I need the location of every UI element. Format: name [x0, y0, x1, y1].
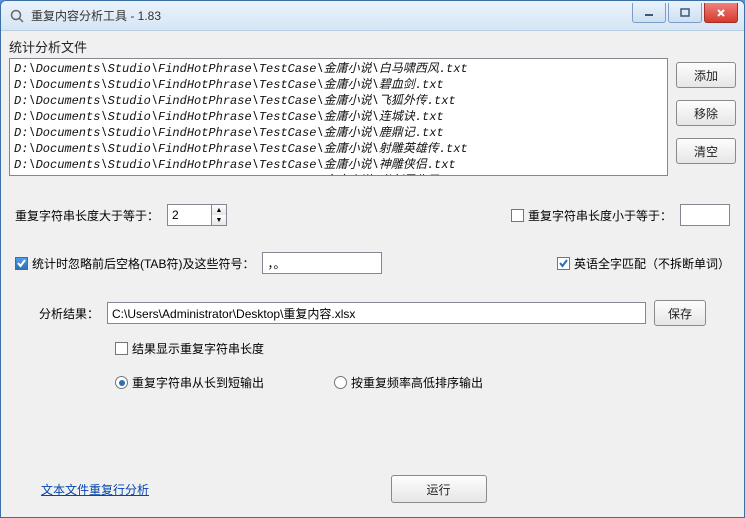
file-list-row: D:\Documents\Studio\FindHotPhrase\TestCa…	[9, 58, 736, 176]
checkbox-icon	[15, 257, 28, 270]
checkbox-icon	[557, 257, 570, 270]
sort-by-freq-label: 按重复频率高低排序输出	[351, 374, 483, 391]
ignore-chars-label: 统计时忽略前后空格(TAB符)及这些符号：	[32, 255, 254, 272]
clear-button[interactable]: 清空	[676, 138, 736, 164]
result-label: 分析结果：	[39, 305, 99, 322]
ignore-row: 统计时忽略前后空格(TAB符)及这些符号： 英语全字匹配（不拆断单词）	[15, 252, 730, 274]
file-listbox[interactable]: D:\Documents\Studio\FindHotPhrase\TestCa…	[9, 58, 668, 176]
length-row: 重复字符串长度大于等于： ▲ ▼ 重复字符串长度小于等于：	[15, 204, 730, 226]
duplicate-lines-link[interactable]: 文本文件重复行分析	[41, 481, 149, 498]
remove-button[interactable]: 移除	[676, 100, 736, 126]
list-item[interactable]: D:\Documents\Studio\FindHotPhrase\TestCa…	[14, 77, 663, 93]
client-area: 统计分析文件 D:\Documents\Studio\FindHotPhrase…	[1, 31, 744, 517]
close-button[interactable]	[704, 3, 738, 23]
minimize-button[interactable]	[632, 3, 666, 23]
sort-by-length-radio[interactable]: 重复字符串从长到短输出	[115, 374, 264, 391]
max-length-checkbox[interactable]: 重复字符串长度小于等于：	[511, 207, 672, 224]
radio-icon	[334, 376, 347, 389]
show-length-checkbox[interactable]: 结果显示重复字符串长度	[115, 340, 264, 357]
save-button[interactable]: 保存	[654, 300, 706, 326]
list-item[interactable]: D:\Documents\Studio\FindHotPhrase\TestCa…	[14, 109, 663, 125]
sort-by-freq-radio[interactable]: 按重复频率高低排序输出	[334, 374, 483, 391]
sort-by-length-label: 重复字符串从长到短输出	[132, 374, 264, 391]
run-button[interactable]: 运行	[391, 475, 487, 503]
english-word-label: 英语全字匹配（不拆断单词）	[574, 255, 730, 272]
checkbox-icon	[511, 209, 524, 222]
spinner-down-button[interactable]: ▼	[212, 215, 226, 225]
list-item[interactable]: D:\Documents\Studio\FindHotPhrase\TestCa…	[14, 173, 663, 176]
window-controls	[632, 3, 738, 23]
app-window: 重复内容分析工具 - 1.83 统计分析文件 D:\Documents\Stud…	[0, 0, 745, 518]
max-length-input[interactable]	[680, 204, 730, 226]
list-item[interactable]: D:\Documents\Studio\FindHotPhrase\TestCa…	[14, 93, 663, 109]
list-item[interactable]: D:\Documents\Studio\FindHotPhrase\TestCa…	[14, 157, 663, 173]
list-item[interactable]: D:\Documents\Studio\FindHotPhrase\TestCa…	[14, 141, 663, 157]
show-length-label: 结果显示重复字符串长度	[132, 340, 264, 357]
add-button[interactable]: 添加	[676, 62, 736, 88]
ignore-chars-checkbox[interactable]: 统计时忽略前后空格(TAB符)及这些符号：	[15, 255, 254, 272]
list-item[interactable]: D:\Documents\Studio\FindHotPhrase\TestCa…	[14, 125, 663, 141]
side-buttons: 添加 移除 清空	[676, 58, 736, 164]
window-title: 重复内容分析工具 - 1.83	[31, 7, 161, 24]
footer: 文本文件重复行分析 运行	[9, 475, 736, 507]
section-label: 统计分析文件	[9, 37, 736, 56]
titlebar[interactable]: 重复内容分析工具 - 1.83	[1, 1, 744, 31]
min-length-label: 重复字符串长度大于等于：	[15, 207, 159, 224]
list-item[interactable]: D:\Documents\Studio\FindHotPhrase\TestCa…	[14, 61, 663, 77]
result-block: 分析结果： 保存 结果显示重复字符串长度 重复字符串从长到短输出	[15, 300, 730, 391]
maximize-button[interactable]	[668, 3, 702, 23]
checkbox-icon	[115, 342, 128, 355]
result-path-input[interactable]	[107, 302, 646, 324]
english-word-checkbox[interactable]: 英语全字匹配（不拆断单词）	[557, 255, 730, 272]
spinner-up-button[interactable]: ▲	[212, 205, 226, 215]
ignore-chars-input[interactable]	[262, 252, 382, 274]
min-length-spinner[interactable]: ▲ ▼	[167, 204, 227, 226]
app-icon	[9, 8, 25, 24]
max-length-label: 重复字符串长度小于等于：	[528, 207, 672, 224]
min-length-input[interactable]	[167, 204, 211, 226]
radio-icon	[115, 376, 128, 389]
form-area: 重复字符串长度大于等于： ▲ ▼ 重复字符串长度小于等于：	[9, 204, 736, 391]
